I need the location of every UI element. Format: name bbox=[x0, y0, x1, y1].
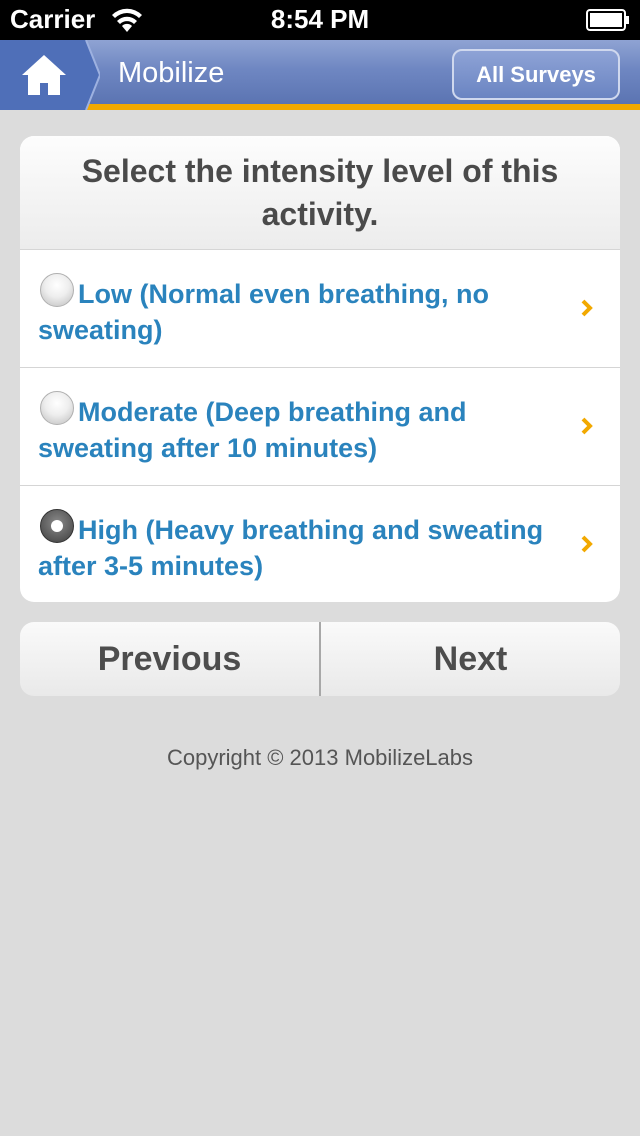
option-high[interactable]: High (Heavy breathing and sweating after… bbox=[20, 486, 620, 602]
clock: 8:54 PM bbox=[270, 4, 370, 34]
all-surveys-button[interactable]: All Surveys bbox=[452, 49, 620, 100]
home-button[interactable] bbox=[0, 39, 102, 111]
next-button[interactable]: Next bbox=[321, 622, 620, 696]
previous-button[interactable]: Previous bbox=[20, 622, 319, 696]
copyright-text: Copyright © 2013 MobilizeLabs bbox=[166, 745, 474, 770]
option-label: Moderate (Deep breathing and sweating af… bbox=[38, 397, 467, 463]
home-icon bbox=[0, 39, 102, 111]
pager: Previous Next bbox=[20, 622, 620, 696]
option-low[interactable]: Low (Normal even breathing, no sweating) bbox=[20, 250, 620, 368]
battery-icon bbox=[586, 9, 629, 31]
chevron-right-icon bbox=[581, 299, 593, 317]
chevron-right-icon bbox=[581, 417, 593, 435]
option-label: Low (Normal even breathing, no sweating) bbox=[38, 279, 490, 345]
status-bar: Carrier 8:54 PM bbox=[0, 0, 640, 40]
question-prompt: Select the intensity level of this activ… bbox=[20, 136, 620, 250]
option-moderate[interactable]: Moderate (Deep breathing and sweating af… bbox=[20, 368, 620, 486]
option-label: High (Heavy breathing and sweating after… bbox=[38, 515, 544, 581]
question-card: Select the intensity level of this activ… bbox=[20, 136, 620, 602]
app-title: Mobilize bbox=[118, 57, 225, 89]
chevron-right-icon bbox=[581, 535, 593, 553]
navigation-bar: Mobilize All Surveys bbox=[0, 39, 640, 111]
